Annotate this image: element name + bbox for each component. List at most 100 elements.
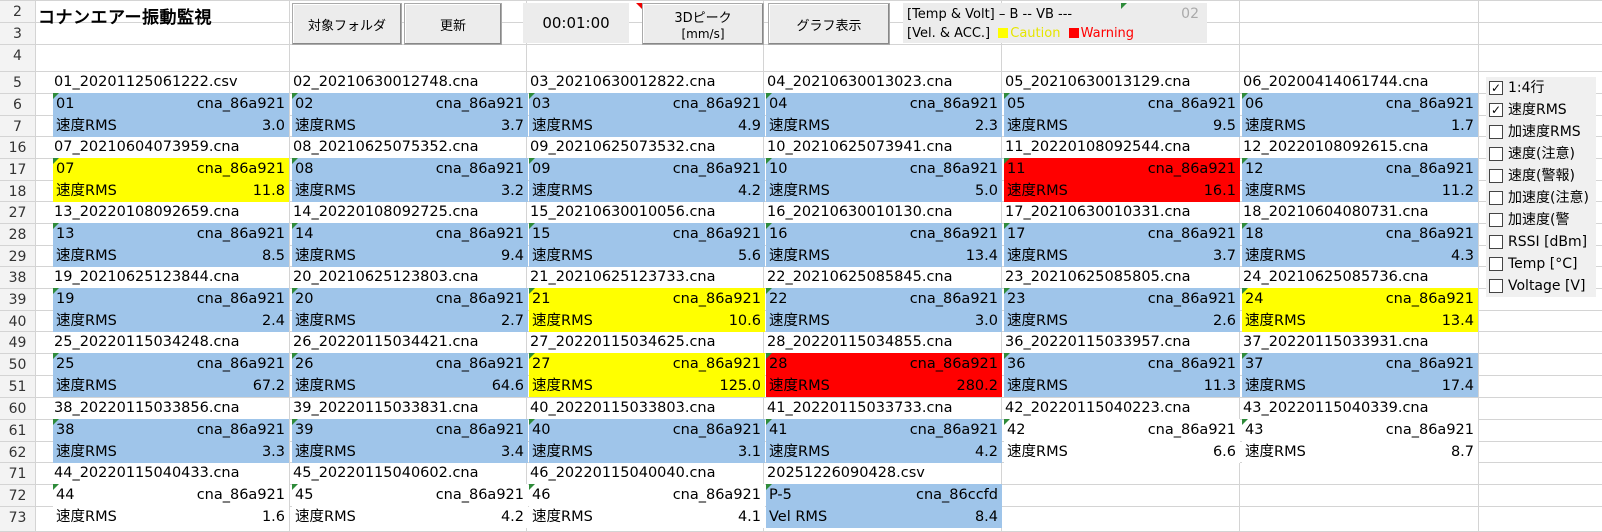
sensor-panel[interactable]: P-5 cna_86ccfd Vel RMS 8.4	[766, 484, 1002, 528]
file-name-cell[interactable]: 28_20220115034855.cna	[764, 331, 953, 353]
row-number[interactable]: 62	[0, 442, 35, 464]
row-number[interactable]: 16	[0, 137, 35, 159]
row-number[interactable]: 18	[0, 181, 35, 203]
sensor-panel[interactable]: 17 cna_86a921 速度RMS 3.7	[1004, 223, 1240, 267]
sensor-panel[interactable]: 06 cna_86a921 速度RMS 1.7	[1242, 93, 1478, 137]
checkbox-empty-icon[interactable]	[1489, 169, 1503, 183]
sensor-panel[interactable]: 01 cna_86a921 速度RMS 3.0	[53, 93, 289, 137]
row-number[interactable]: 4	[0, 45, 35, 67]
file-name-cell[interactable]: 10_20210625073941.cna	[764, 136, 953, 158]
row-number[interactable]: 2	[0, 1, 35, 23]
file-name-cell[interactable]: 04_20210630013023.cna	[764, 71, 953, 93]
checkbox-empty-icon[interactable]	[1489, 279, 1503, 293]
sensor-panel[interactable]: 25 cna_86a921 速度RMS 67.2	[53, 353, 289, 397]
option-checkbox[interactable]: 加速度(注意)	[1486, 187, 1596, 209]
sensor-panel[interactable]: 41 cna_86a921 速度RMS 4.2	[766, 419, 1002, 463]
sensor-panel[interactable]: 28 cna_86a921 速度RMS 280.2	[766, 353, 1002, 397]
row-number[interactable]: 3	[0, 23, 35, 45]
checkbox-empty-icon[interactable]	[1489, 213, 1503, 227]
sensor-panel[interactable]: 45 cna_86a921 速度RMS 4.2	[292, 484, 528, 528]
sensor-panel[interactable]: 07 cna_86a921 速度RMS 11.8	[53, 158, 289, 202]
3d-peak-button[interactable]: 3Dピーク [mm/s]	[642, 3, 764, 45]
sensor-panel[interactable]: 15 cna_86a921 速度RMS 5.6	[529, 223, 765, 267]
file-name-cell[interactable]: 16_20210630010130.cna	[764, 201, 953, 223]
show-graph-button[interactable]: グラフ表示	[768, 3, 890, 45]
target-folder-button[interactable]: 対象フォルダ	[292, 3, 402, 45]
file-name-cell[interactable]: 20251226090428.csv	[764, 462, 925, 484]
sensor-panel[interactable]: 23 cna_86a921 速度RMS 2.6	[1004, 288, 1240, 332]
sensor-panel[interactable]: 10 cna_86a921 速度RMS 5.0	[766, 158, 1002, 202]
file-name-cell[interactable]: 13_20220108092659.cna	[51, 201, 240, 223]
sensor-panel[interactable]: 03 cna_86a921 速度RMS 4.9	[529, 93, 765, 137]
sensor-panel[interactable]: 20 cna_86a921 速度RMS 2.7	[292, 288, 528, 332]
file-name-cell[interactable]: 39_20220115033831.cna	[290, 397, 479, 419]
checkbox-empty-icon[interactable]	[1489, 235, 1503, 249]
sensor-panel[interactable]: 44 cna_86a921 速度RMS 1.6	[53, 484, 289, 528]
sensor-panel[interactable]: 11 cna_86a921 速度RMS 16.1	[1004, 158, 1240, 202]
option-checkbox[interactable]: Voltage [V]	[1486, 275, 1596, 297]
sensor-panel[interactable]: 05 cna_86a921 速度RMS 9.5	[1004, 93, 1240, 137]
file-name-cell[interactable]: 27_20220115034625.cna	[527, 331, 716, 353]
file-name-cell[interactable]: 06_20200414061744.cna	[1240, 71, 1429, 93]
file-name-cell[interactable]: 42_20220115040223.cna	[1002, 397, 1191, 419]
sensor-panel[interactable]: 24 cna_86a921 速度RMS 13.4	[1242, 288, 1478, 332]
file-name-cell[interactable]: 20_20210625123803.cna	[290, 266, 479, 288]
refresh-button[interactable]: 更新	[404, 3, 502, 45]
row-number[interactable]: 17	[0, 159, 35, 181]
sensor-panel[interactable]: 42 cna_86a921 速度RMS 6.6	[1004, 419, 1240, 463]
row-number[interactable]: 51	[0, 376, 35, 398]
sensor-panel[interactable]: 21 cna_86a921 速度RMS 10.6	[529, 288, 765, 332]
checkbox-empty-icon[interactable]	[1489, 191, 1503, 205]
option-checkbox[interactable]: 加速度(警	[1486, 209, 1596, 231]
file-name-cell[interactable]: 17_20210630010331.cna	[1002, 201, 1191, 223]
sensor-panel[interactable]: 40 cna_86a921 速度RMS 3.1	[529, 419, 765, 463]
file-name-cell[interactable]: 43_20220115040339.cna	[1240, 397, 1429, 419]
file-name-cell[interactable]: 26_20220115034421.cna	[290, 331, 479, 353]
sensor-panel[interactable]: 19 cna_86a921 速度RMS 2.4	[53, 288, 289, 332]
file-name-cell[interactable]: 44_20220115040433.cna	[51, 462, 240, 484]
sensor-panel[interactable]: 14 cna_86a921 速度RMS 9.4	[292, 223, 528, 267]
row-number[interactable]: 40	[0, 311, 35, 333]
row-number[interactable]: 38	[0, 267, 35, 289]
sensor-panel[interactable]: 12 cna_86a921 速度RMS 11.2	[1242, 158, 1478, 202]
row-number[interactable]: 28	[0, 224, 35, 246]
row-number[interactable]: 5	[0, 72, 35, 94]
file-name-cell[interactable]: 40_20220115033803.cna	[527, 397, 716, 419]
sensor-panel[interactable]: 09 cna_86a921 速度RMS 4.2	[529, 158, 765, 202]
option-checkbox[interactable]: 加速度RMS	[1486, 121, 1596, 143]
file-name-cell[interactable]: 45_20220115040602.cna	[290, 462, 479, 484]
row-number[interactable]: 27	[0, 202, 35, 224]
file-name-cell[interactable]: 11_20220108092544.cna	[1002, 136, 1191, 158]
checkbox-checked-icon[interactable]: ✓	[1489, 103, 1503, 117]
row-number[interactable]: 7	[0, 116, 35, 138]
option-checkbox[interactable]: Temp [°C]	[1486, 253, 1596, 275]
file-name-cell[interactable]: 36_20220115033957.cna	[1002, 331, 1191, 353]
file-name-cell[interactable]: 18_20210604080731.cna	[1240, 201, 1429, 223]
file-name-cell[interactable]: 23_20210625085805.cna	[1002, 266, 1191, 288]
file-name-cell[interactable]: 24_20210625085736.cna	[1240, 266, 1429, 288]
option-checkbox[interactable]: ✓ 速度RMS	[1486, 99, 1596, 121]
file-name-cell[interactable]: 25_20220115034248.cna	[51, 331, 240, 353]
file-name-cell[interactable]: 21_20210625123733.cna	[527, 266, 716, 288]
sensor-panel[interactable]: 36 cna_86a921 速度RMS 11.3	[1004, 353, 1240, 397]
sensor-panel[interactable]: 13 cna_86a921 速度RMS 8.5	[53, 223, 289, 267]
file-name-cell[interactable]: 41_20220115033733.cna	[764, 397, 953, 419]
file-name-cell[interactable]: 09_20210625073532.cna	[527, 136, 716, 158]
sensor-panel[interactable]: 26 cna_86a921 速度RMS 64.6	[292, 353, 528, 397]
file-name-cell[interactable]: 38_20220115033856.cna	[51, 397, 240, 419]
sensor-panel[interactable]: 43 cna_86a921 速度RMS 8.7	[1242, 419, 1478, 463]
sensor-panel[interactable]: 37 cna_86a921 速度RMS 17.4	[1242, 353, 1478, 397]
option-checkbox[interactable]: 速度(警報)	[1486, 165, 1596, 187]
option-checkbox[interactable]: 速度(注意)	[1486, 143, 1596, 165]
file-name-cell[interactable]: 14_20220108092725.cna	[290, 201, 479, 223]
sensor-panel[interactable]: 46 cna_86a921 速度RMS 4.1	[529, 484, 765, 528]
row-number[interactable]: 60	[0, 398, 35, 420]
sensor-panel[interactable]: 39 cna_86a921 速度RMS 3.4	[292, 419, 528, 463]
sensor-panel[interactable]: 04 cna_86a921 速度RMS 2.3	[766, 93, 1002, 137]
row-number[interactable]: 29	[0, 246, 35, 268]
row-number[interactable]: 72	[0, 485, 35, 507]
row-number[interactable]: 73	[0, 507, 35, 529]
row-number[interactable]: 6	[0, 94, 35, 116]
row-number[interactable]: 71	[0, 463, 35, 485]
file-name-cell[interactable]: 08_20210625075352.cna	[290, 136, 479, 158]
